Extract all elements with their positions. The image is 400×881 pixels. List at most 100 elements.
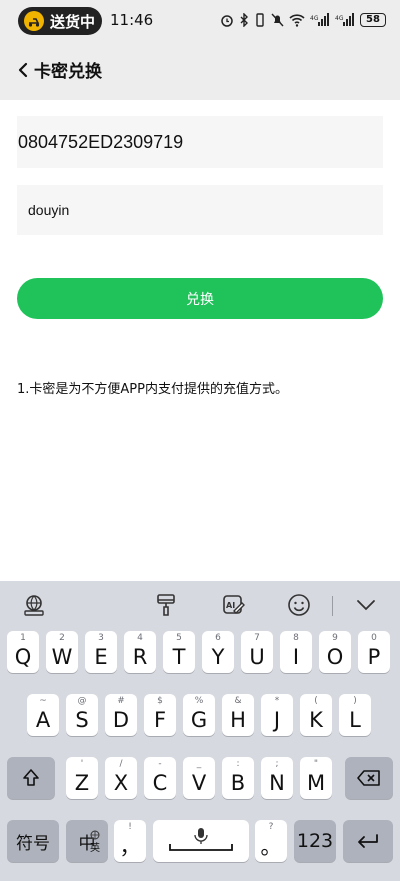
key-r[interactable]: 4R bbox=[124, 631, 156, 673]
key-label: R bbox=[132, 645, 148, 669]
redeem-note: 1.卡密是为不方便APP内支付提供的充值方式。 bbox=[17, 382, 288, 397]
key-label: X bbox=[113, 771, 129, 795]
key-b[interactable]: :B bbox=[222, 757, 254, 799]
key-y[interactable]: 6Y bbox=[202, 631, 234, 673]
key-m[interactable]: " M bbox=[300, 757, 332, 799]
key-label: E bbox=[94, 645, 108, 669]
key-h[interactable]: & H bbox=[222, 694, 254, 736]
key-hint: $ bbox=[157, 696, 163, 706]
key-hint: / bbox=[119, 759, 123, 769]
key-f[interactable]: $ F bbox=[144, 694, 176, 736]
key-label: N bbox=[269, 771, 285, 795]
key-hint: " bbox=[313, 759, 319, 769]
key-q[interactable]: 1Q bbox=[7, 631, 39, 673]
key-hint: - bbox=[158, 759, 162, 769]
key-j[interactable]: * J bbox=[261, 694, 293, 736]
key-hint: 9 bbox=[332, 633, 338, 643]
key-hint: 5 bbox=[176, 633, 182, 643]
svg-text:4G: 4G bbox=[310, 15, 319, 22]
key-t[interactable]: 5T bbox=[163, 631, 195, 673]
key-hint: 0 bbox=[371, 633, 377, 643]
key-l[interactable]: ) L bbox=[339, 694, 371, 736]
key-hint: 8 bbox=[293, 633, 299, 643]
key-hint: 3 bbox=[98, 633, 104, 643]
key-label: M bbox=[306, 771, 326, 795]
numbers-key[interactable]: 123 bbox=[294, 820, 336, 862]
key-label: L bbox=[349, 708, 361, 732]
key-hint: @ bbox=[77, 696, 87, 706]
symbols-key[interactable]: 符号 bbox=[7, 820, 59, 862]
key-p[interactable]: 0P bbox=[358, 631, 390, 673]
key-hint: * bbox=[274, 696, 280, 706]
enter-return-icon bbox=[358, 834, 378, 848]
key-hint: % bbox=[194, 696, 204, 706]
key-label: V bbox=[191, 771, 207, 795]
keyboard-ai-write-button[interactable]: AI bbox=[220, 591, 248, 619]
wifi-icon bbox=[289, 13, 305, 27]
keyboard-settings-button[interactable] bbox=[20, 591, 48, 619]
back-button[interactable] bbox=[12, 58, 34, 82]
redeem-button[interactable]: 兑换 bbox=[17, 278, 383, 319]
comma-key[interactable]: !， bbox=[114, 820, 146, 862]
key-v[interactable]: _ V bbox=[183, 757, 215, 799]
key-x[interactable]: / X bbox=[105, 757, 137, 799]
key-a[interactable]: ~ A bbox=[27, 694, 59, 736]
status-bar: 送货中 11:46 4G 4G 58 bbox=[0, 0, 400, 40]
key-label: P bbox=[367, 645, 381, 669]
backspace-icon bbox=[357, 770, 380, 786]
chinese-english-toggle-key[interactable]: 中英 bbox=[66, 820, 108, 862]
signal-4g-icon: 4G bbox=[310, 13, 329, 26]
key-d[interactable]: # D bbox=[105, 694, 137, 736]
space-key[interactable] bbox=[153, 820, 249, 862]
keyboard-collapse-button[interactable] bbox=[352, 591, 380, 619]
key-e[interactable]: 3E bbox=[85, 631, 117, 673]
keyboard-emoji-button[interactable] bbox=[285, 591, 313, 619]
keyboard-brush-button[interactable] bbox=[152, 591, 180, 619]
key-w[interactable]: 2W bbox=[46, 631, 78, 673]
key-label: A bbox=[35, 708, 51, 732]
delivery-scooter-icon bbox=[24, 11, 44, 31]
key-label: T bbox=[172, 645, 186, 669]
key-label: C bbox=[152, 771, 168, 795]
key-hint: : bbox=[236, 759, 240, 769]
key-s[interactable]: @ S bbox=[66, 694, 98, 736]
globe-icon bbox=[90, 825, 100, 845]
status-time: 11:46 bbox=[110, 11, 154, 29]
key-u[interactable]: 7U bbox=[241, 631, 273, 673]
key-hint: ( bbox=[314, 696, 318, 706]
key-o[interactable]: 9O bbox=[319, 631, 351, 673]
key-i[interactable]: 8I bbox=[280, 631, 312, 673]
key-label: Z bbox=[74, 771, 90, 795]
emoji-smile-icon bbox=[288, 594, 310, 616]
backspace-key[interactable] bbox=[345, 757, 393, 799]
page-title: 卡密兑换 bbox=[34, 62, 102, 82]
key-hint: & bbox=[234, 696, 242, 706]
key-label: G bbox=[190, 708, 208, 732]
toolbar-divider bbox=[332, 596, 333, 616]
key-hint: 1 bbox=[20, 633, 26, 643]
period-key[interactable]: ?。 bbox=[255, 820, 287, 862]
key-z[interactable]: ' Z bbox=[66, 757, 98, 799]
delivery-label: 送货中 bbox=[50, 12, 96, 31]
key-k[interactable]: (K bbox=[300, 694, 332, 736]
key-label: B bbox=[230, 771, 246, 795]
key-n[interactable]: ; N bbox=[261, 757, 293, 799]
shift-key[interactable] bbox=[7, 757, 55, 799]
keyboard-globe-icon bbox=[24, 595, 44, 616]
key-hint: ) bbox=[353, 696, 357, 706]
enter-key[interactable] bbox=[343, 820, 393, 862]
key-c[interactable]: -C bbox=[144, 757, 176, 799]
key-label: I bbox=[292, 645, 300, 669]
key-label: O bbox=[326, 645, 344, 669]
delivery-status-pill[interactable]: 送货中 bbox=[18, 7, 102, 35]
account-input[interactable] bbox=[17, 185, 383, 235]
microphone-icon bbox=[169, 828, 233, 851]
key-hint: 7 bbox=[254, 633, 260, 643]
key-label: W bbox=[51, 645, 73, 669]
key-label: 符号 bbox=[16, 833, 50, 854]
ai-write-icon: AI bbox=[223, 595, 245, 614]
key-label: H bbox=[230, 708, 246, 732]
key-label: S bbox=[75, 708, 89, 732]
key-g[interactable]: % G bbox=[183, 694, 215, 736]
card-code-input[interactable] bbox=[17, 116, 383, 168]
